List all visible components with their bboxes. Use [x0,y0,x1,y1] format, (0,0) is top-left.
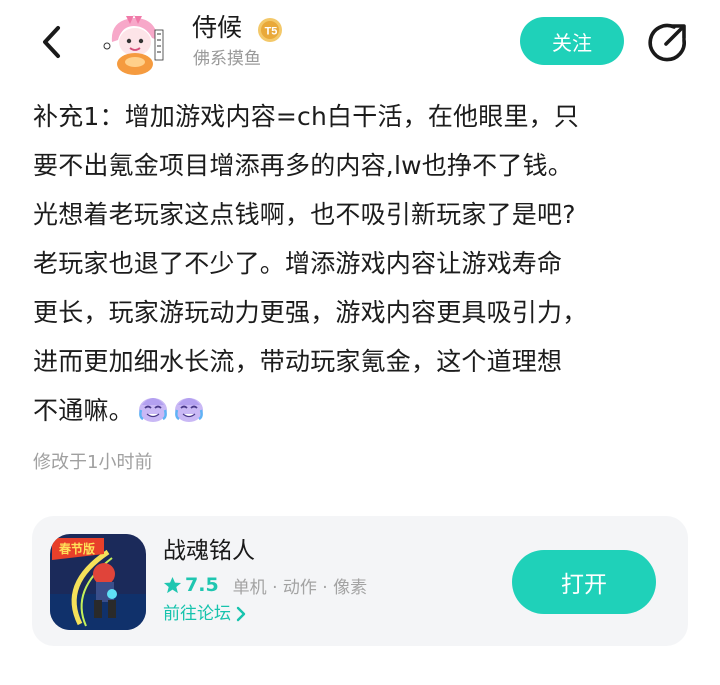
avatar-image [100,8,170,78]
back-button[interactable] [36,22,68,62]
level-badge-icon: T5 [258,18,282,42]
post-line: 老玩家也退了不少了。增添游戏内容让游戏寿命 [33,249,563,278]
post-line: 要不出氪金项目增添再多的内容,lw也挣不了钱。 [33,151,573,180]
post-line: 光想着老玩家这点钱啊，也不吸引新玩家了是吧? [33,200,576,229]
post-header: 侍候 T5 佛系摸鱼 关注 [0,0,720,84]
post-line: 进而更加细水长流，带动玩家氪金，这个道理想 [33,347,563,376]
post-line: 补充1：增加游戏内容=ch白干活，在他眼里，只 [33,102,580,131]
user-subtitle: 佛系摸鱼 [193,49,261,69]
level-badge-text: T5 [265,26,278,38]
game-tags: 单机 · 动作 · 像素 [232,577,368,598]
open-game-button[interactable]: 打开 [512,550,656,614]
username[interactable]: 侍候 [192,12,242,44]
chevron-right-icon [236,606,246,622]
follow-button[interactable]: 关注 [520,17,624,65]
share-button[interactable] [646,20,690,64]
chevron-left-icon [43,26,60,58]
game-icon: 春节版 [50,534,146,630]
crying-laughing-emoji-icon [174,398,203,422]
post-content: 补充1：增加游戏内容=ch白干活，在他眼里，只 要不出氪金项目增添再多的内容,l… [33,92,693,435]
post-line-last: 不通嘛。 [33,386,693,435]
modified-time: 修改于1小时前 [33,452,153,473]
forum-link[interactable]: 前往论坛 [163,602,247,626]
post-line-text: 不通嘛。 [33,396,134,425]
game-icon-image: 春节版 [50,534,146,630]
game-icon-badge: 春节版 [58,541,95,556]
crying-laughing-emoji-icon [138,398,167,422]
game-title[interactable]: 战魂铭人 [163,535,255,567]
level-badge: T5 [256,16,286,44]
game-card[interactable]: 春节版 战魂铭人 7.5 单机 · 动作 · 像素 前往论坛 打开 [32,516,688,646]
star-icon [163,576,182,593]
forum-link-label: 前往论坛 [163,604,231,624]
share-icon [648,23,686,62]
post-line: 更长，玩家游玩动力更强，游戏内容更具吸引力， [33,298,588,327]
game-rating: 7.5 [185,574,219,596]
game-meta: 7.5 单机 · 动作 · 像素 [163,572,367,598]
avatar[interactable] [100,8,170,78]
